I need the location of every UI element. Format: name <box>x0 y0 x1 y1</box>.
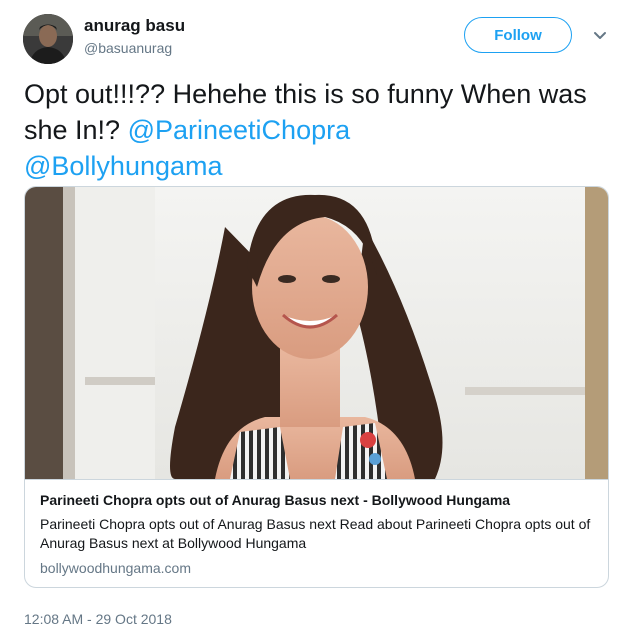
mention-parineeti[interactable]: @ParineetiChopra <box>128 115 351 145</box>
chevron-down-icon[interactable] <box>590 26 610 46</box>
link-card[interactable]: Parineeti Chopra opts out of Anurag Basu… <box>24 186 609 588</box>
card-title: Parineeti Chopra opts out of Anurag Basu… <box>40 492 511 508</box>
card-domain: bollywoodhungama.com <box>40 560 191 576</box>
mention-bollyhungama[interactable]: @Bollyhungama <box>24 151 223 181</box>
avatar[interactable] <box>23 14 73 64</box>
author-name[interactable]: anurag basu <box>84 16 185 36</box>
follow-button[interactable]: Follow <box>464 17 572 53</box>
card-image <box>25 187 608 479</box>
tweet-timestamp[interactable]: 12:08 AM - 29 Oct 2018 <box>24 611 172 627</box>
author-handle[interactable]: @basuanurag <box>84 40 172 56</box>
tweet-text: Opt out!!!?? Hehehe this is so funny Whe… <box>24 76 614 184</box>
card-body: Parineeti Chopra opts out of Anurag Basu… <box>25 479 608 577</box>
card-description: Parineeti Chopra opts out of Anurag Basu… <box>40 516 591 551</box>
